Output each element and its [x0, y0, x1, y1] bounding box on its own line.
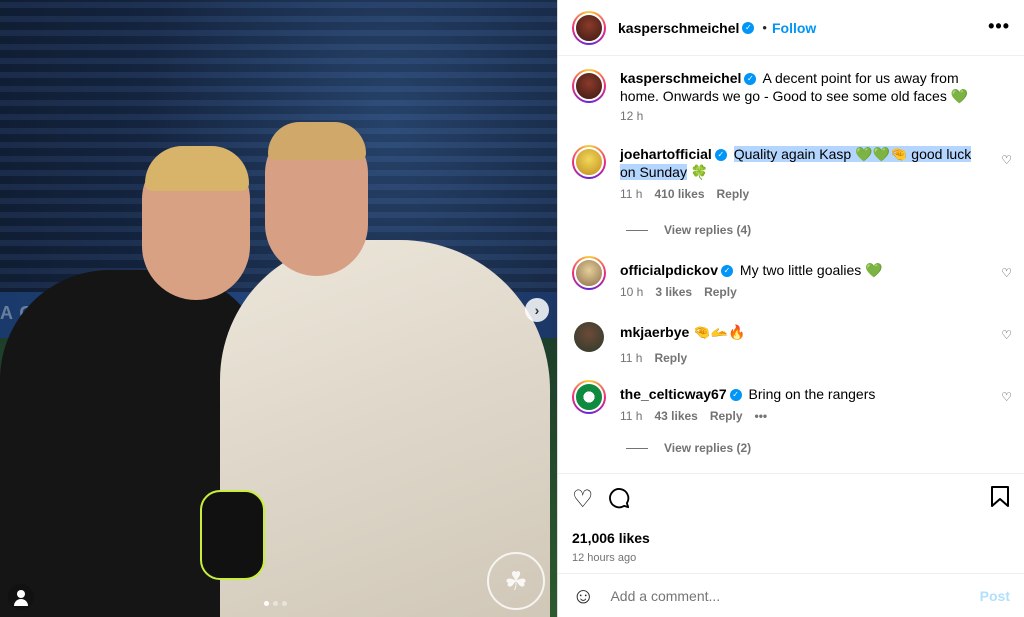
caption-meta: 12 h	[620, 109, 1012, 123]
view-replies-label: View replies (2)	[664, 441, 752, 455]
caption-username[interactable]: kasperschmeichel	[620, 70, 741, 86]
comment-avatar[interactable]	[572, 145, 606, 179]
comment-meta: 10 h 3 likes Reply	[620, 285, 1012, 299]
post-time-ago[interactable]: 12 hours ago	[572, 552, 1010, 564]
comment-likes[interactable]: 410 likes	[654, 187, 704, 201]
comment-likes[interactable]: 3 likes	[655, 285, 692, 299]
comment-text-tail: 🍀	[686, 164, 709, 180]
comment-item: joehartofficial ✓ Quality again Kasp 💚💚🤏 …	[572, 145, 1012, 201]
comment-text-block: the_celticway67 ✓ Bring on the rangers	[620, 385, 990, 403]
emoji-picker-icon[interactable]: ☺	[572, 583, 594, 609]
like-heart-icon[interactable]: ♡	[572, 488, 594, 512]
verified-badge-icon: ✓	[721, 265, 734, 278]
club-crest-watermark: ☘	[487, 552, 545, 610]
post-photo[interactable]: A CHAMI ☘ ›	[0, 0, 557, 617]
comment-item: mkjaerbye 🤏🫴🔥 11 h Reply ♡	[572, 320, 1012, 365]
comment-text: Bring on the rangers	[748, 386, 876, 402]
comment-reply-button[interactable]: Reply	[717, 187, 750, 201]
caption-text-block: kasperschmeichel ✓ A decent point for us …	[620, 69, 990, 105]
comment-more-icon[interactable]: •••	[755, 409, 768, 423]
action-icons-row: ♡	[572, 486, 1010, 514]
caption: kasperschmeichel ✓ A decent point for us …	[572, 69, 1012, 123]
comment-like-heart-icon[interactable]: ♡	[1001, 266, 1012, 280]
add-comment-input[interactable]	[610, 587, 951, 604]
verified-badge-icon: ✓	[744, 73, 757, 86]
verified-badge-icon: ✓	[714, 149, 727, 162]
comment-time[interactable]: 11 h	[620, 409, 642, 423]
more-options-icon[interactable]: •••	[988, 16, 1010, 37]
author-username[interactable]: kasperschmeichel	[618, 20, 739, 36]
comment-time[interactable]: 11 h	[620, 351, 642, 365]
caption-avatar[interactable]	[572, 69, 606, 103]
comment-text-block: joehartofficial ✓ Quality again Kasp 💚💚🤏 …	[620, 145, 990, 181]
comment-like-heart-icon[interactable]: ♡	[1001, 390, 1012, 404]
tagged-users-icon[interactable]	[8, 584, 34, 610]
author-avatar[interactable]	[572, 10, 606, 45]
comment-text-block: officialpdickov ✓ My two little goalies 💚	[620, 261, 990, 279]
comment-text-block: mkjaerbye 🤏🫴🔥	[620, 323, 990, 341]
comment-text: 🤏🫴🔥	[693, 324, 746, 340]
comment-like-heart-icon[interactable]: ♡	[1001, 153, 1012, 167]
post-actions: ♡ 21,006 likes 12 hours ago	[558, 473, 1024, 564]
goalkeeper-glove	[200, 490, 265, 580]
verified-badge-icon: ✓	[729, 389, 742, 402]
comment-likes[interactable]: 43 likes	[654, 409, 697, 423]
comment-username[interactable]: officialpdickov	[620, 262, 718, 278]
post-side-panel: kasperschmeichel ✓ • Follow ••• kaspersc…	[557, 0, 1024, 617]
comment-username[interactable]: mkjaerbye	[620, 324, 689, 340]
verified-badge-icon: ✓	[742, 21, 755, 34]
post-comment-button[interactable]: Post	[980, 588, 1010, 604]
comments-list[interactable]: kasperschmeichel ✓ A decent point for us …	[558, 57, 1024, 473]
comment-meta: 11 h 43 likes Reply •••	[620, 409, 1012, 423]
comment-bubble-icon[interactable]	[608, 487, 630, 514]
add-comment-bar: ☺ Post	[558, 573, 1024, 617]
carousel-indicator	[264, 601, 287, 606]
follow-button[interactable]: Follow	[772, 20, 816, 36]
post-likes-count[interactable]: 21,006 likes	[572, 530, 1010, 546]
view-replies-button[interactable]: View replies (2)	[626, 441, 751, 455]
comment-like-heart-icon[interactable]: ♡	[1001, 328, 1012, 342]
player-right-hair	[268, 122, 366, 160]
player-left-hair	[145, 146, 249, 191]
carousel-dot	[282, 601, 287, 606]
carousel-next-button[interactable]: ›	[525, 298, 549, 322]
comment-reply-button[interactable]: Reply	[710, 409, 743, 423]
comment-username[interactable]: the_celticway67	[620, 386, 727, 402]
caption-time[interactable]: 12 h	[620, 109, 643, 123]
carousel-dot	[273, 601, 278, 606]
comment-avatar[interactable]	[572, 380, 606, 414]
save-bookmark-icon[interactable]	[990, 486, 1010, 513]
comment-item: the_celticway67 ✓ Bring on the rangers 11…	[572, 380, 1012, 423]
comment-text: My two little goalies 💚	[739, 262, 883, 278]
comment-meta: 11 h 410 likes Reply	[620, 187, 1012, 201]
comment-avatar[interactable]	[572, 256, 606, 290]
comment-reply-button[interactable]: Reply	[704, 285, 737, 299]
comment-avatar[interactable]	[572, 320, 606, 354]
comment-time[interactable]: 11 h	[620, 187, 642, 201]
comment-time[interactable]: 10 h	[620, 285, 643, 299]
comment-item: officialpdickov ✓ My two little goalies 💚…	[572, 256, 1012, 299]
comment-meta: 11 h Reply	[620, 351, 1012, 365]
carousel-dot-active	[264, 601, 269, 606]
view-replies-button[interactable]: View replies (4)	[626, 223, 751, 237]
separator-dot: •	[762, 20, 767, 35]
post-dialog: A CHAMI ☘ › kasperschmeichel ✓ • Follow …	[0, 0, 1024, 617]
view-replies-label: View replies (4)	[664, 223, 752, 237]
comment-username[interactable]: joehartofficial	[620, 146, 712, 162]
post-header: kasperschmeichel ✓ • Follow •••	[558, 0, 1024, 56]
comment-reply-button[interactable]: Reply	[654, 351, 687, 365]
